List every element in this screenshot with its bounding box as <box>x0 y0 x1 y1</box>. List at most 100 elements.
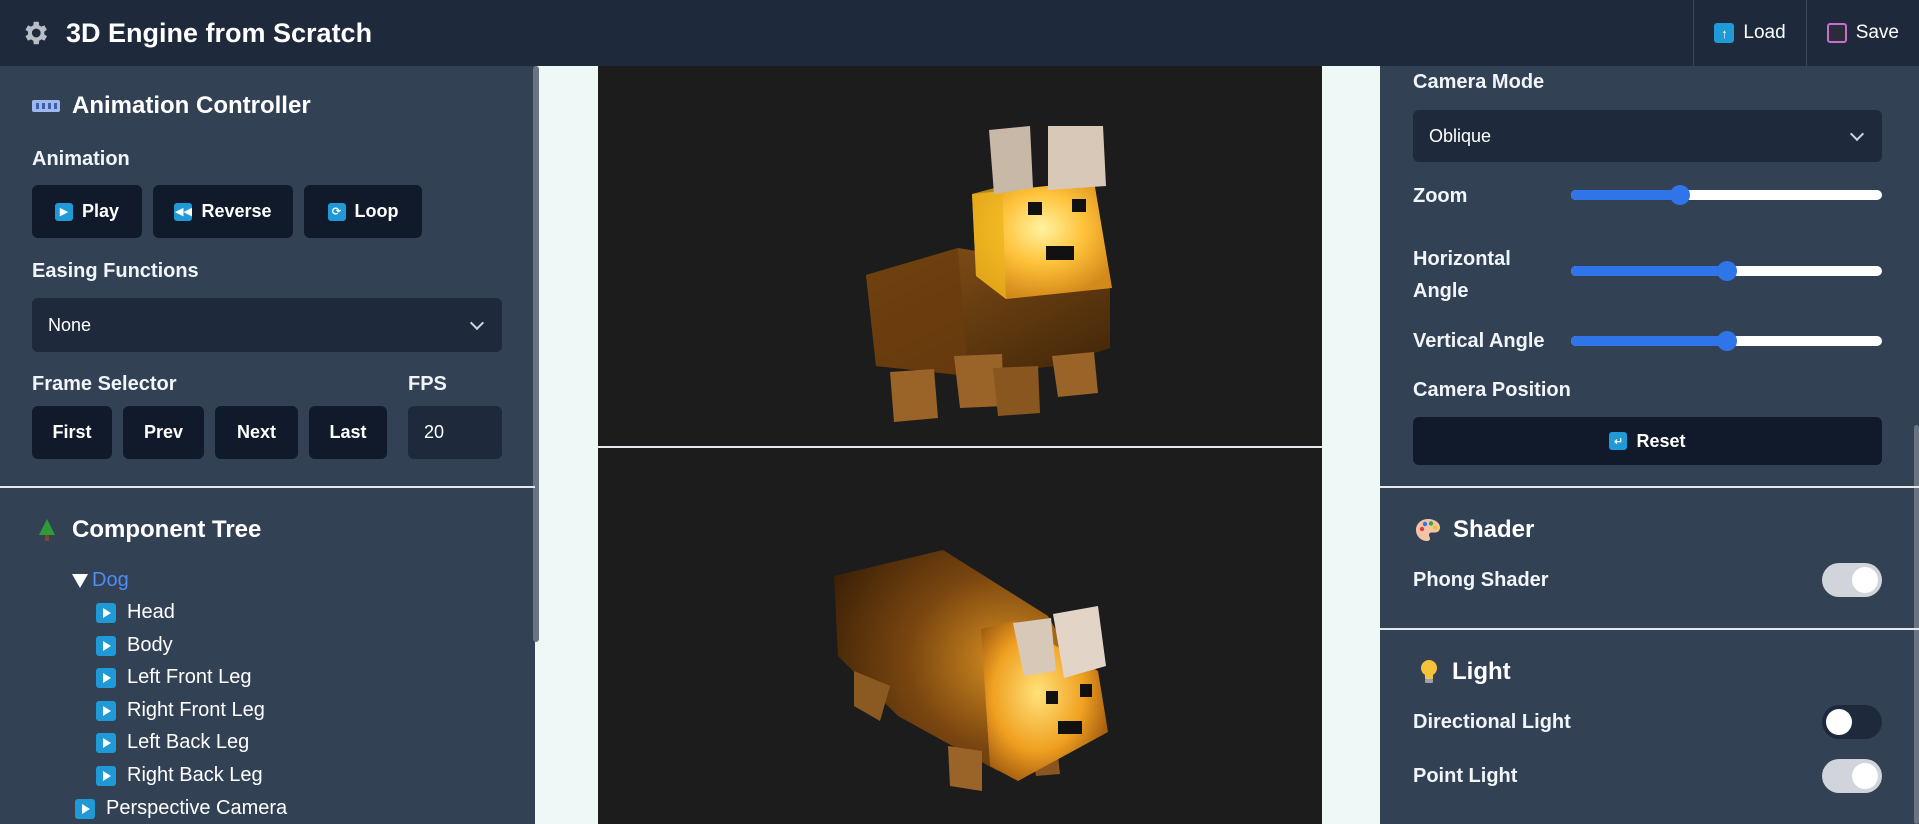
reset-camera-button[interactable]: ↵ Reset <box>1413 417 1882 465</box>
tree-item-left-back-leg[interactable]: Left Back Leg <box>96 731 249 754</box>
slider-thumb[interactable] <box>1716 331 1737 351</box>
shader-header: Shader <box>1415 516 1534 544</box>
vertical-angle-label: Vertical Angle <box>1413 330 1545 352</box>
phong-shader-toggle[interactable] <box>1822 563 1882 597</box>
zoom-label: Zoom <box>1413 185 1468 207</box>
rewind-icon: ◀◀ <box>174 202 193 221</box>
reverse-button[interactable]: ◀◀ Reverse <box>153 185 293 238</box>
zoom-slider[interactable] <box>1571 185 1882 205</box>
light-header: Light <box>1420 658 1511 686</box>
component-tree-header: Component Tree <box>38 516 261 544</box>
tree-item-label: Dog <box>92 569 129 591</box>
right-divider-1 <box>1380 486 1919 488</box>
dog-model-top <box>866 126 1112 422</box>
chevron-down-icon <box>1849 126 1865 142</box>
save-button[interactable]: Save <box>1805 0 1919 66</box>
tree-item-label: Left Back Leg <box>127 731 250 753</box>
vertical-angle-slider[interactable] <box>1571 331 1882 351</box>
last-frame-button[interactable]: Last <box>309 406 387 459</box>
animation-controller-header: Animation Controller <box>32 92 311 120</box>
slider-thumb[interactable] <box>1716 261 1737 281</box>
left-divider <box>0 486 535 488</box>
fps-value: 20 <box>424 422 445 442</box>
slider-thumb[interactable] <box>1669 185 1690 205</box>
first-frame-button[interactable]: First <box>32 406 112 459</box>
tree-item-right-front-leg[interactable]: Right Front Leg <box>96 699 265 722</box>
caret-right-icon <box>96 765 116 786</box>
phong-shader-label: Phong Shader <box>1413 569 1549 591</box>
caret-right-icon <box>96 732 116 753</box>
directional-light-label: Directional Light <box>1413 711 1571 733</box>
caret-down-icon <box>72 573 88 588</box>
camera-position-label: Camera Position <box>1413 379 1571 401</box>
tree-icon <box>39 519 55 541</box>
load-label: Load <box>1743 22 1786 43</box>
caret-right-icon <box>96 635 116 656</box>
repeat-icon: ⟳ <box>327 202 346 221</box>
app-title: 3D Engine from Scratch <box>66 17 373 48</box>
tree-item-perspective-camera[interactable]: Perspective Camera <box>75 797 287 820</box>
tree-item-right-back-leg[interactable]: Right Back Leg <box>96 764 263 787</box>
tree-item-dog[interactable]: Dog <box>72 569 129 592</box>
tree-item-label: Head <box>127 601 175 623</box>
prev-frame-button[interactable]: Prev <box>123 406 204 459</box>
easing-value: None <box>48 314 92 335</box>
app-title-group: 3D Engine from Scratch <box>20 18 372 49</box>
tree-item-label: Perspective Camera <box>106 797 288 819</box>
caret-right-icon <box>75 798 95 819</box>
tree-item-head[interactable]: Head <box>96 601 175 624</box>
horizontal-angle-label: Horizontal Angle <box>1413 248 1511 302</box>
chevron-down-icon <box>469 315 485 331</box>
play-icon: ▶ <box>54 202 73 221</box>
tree-item-label: Body <box>127 634 173 656</box>
palette-icon <box>1416 519 1440 541</box>
play-label: Play <box>81 201 120 221</box>
easing-select[interactable]: None <box>32 298 502 352</box>
last-label: Last <box>329 422 367 442</box>
dog-model-bottom <box>834 550 1108 791</box>
horizontal-angle-slider[interactable] <box>1571 261 1882 281</box>
load-button[interactable]: ↑ Load <box>1693 0 1805 66</box>
tree-item-body[interactable]: Body <box>96 634 173 657</box>
upload-icon: ↑ <box>1714 23 1735 43</box>
play-button[interactable]: ▶ Play <box>32 185 142 238</box>
fps-label: FPS <box>408 373 447 395</box>
point-light-label: Point Light <box>1413 765 1518 787</box>
caret-right-icon <box>96 667 116 688</box>
camera-mode-value: Oblique <box>1429 125 1492 146</box>
shader-title: Shader <box>1453 516 1535 543</box>
tree-item-label: Left Front Leg <box>127 666 252 688</box>
directional-light-toggle[interactable] <box>1822 705 1882 739</box>
dog-render <box>834 126 1112 791</box>
bulb-icon <box>1421 660 1437 683</box>
film-icon <box>32 100 60 112</box>
right-divider-2 <box>1380 628 1919 630</box>
tree-item-label: Right Front Leg <box>127 699 265 721</box>
easing-label: Easing Functions <box>32 260 199 282</box>
save-label: Save <box>1855 22 1899 43</box>
animation-label: Animation <box>32 148 130 170</box>
animation-controller-title: Animation Controller <box>72 92 311 119</box>
camera-mode-label: Camera Mode <box>1413 71 1545 93</box>
fps-input[interactable]: 20 <box>408 406 502 459</box>
first-label: First <box>52 422 92 442</box>
left-scrollbar[interactable] <box>533 66 539 642</box>
caret-right-icon <box>96 700 116 721</box>
point-light-toggle[interactable] <box>1822 759 1882 793</box>
component-tree-title: Component Tree <box>72 516 262 543</box>
loop-label: Loop <box>354 201 399 221</box>
next-frame-button[interactable]: Next <box>215 406 298 459</box>
render-viewport[interactable] <box>598 66 1322 824</box>
right-scrollbar[interactable] <box>1914 425 1919 824</box>
app-header: 3D Engine from Scratch ↑ Load Save <box>0 0 1919 66</box>
light-title: Light <box>1452 658 1511 685</box>
tree-item-label: Right Back Leg <box>127 764 263 786</box>
frame-selector-label: Frame Selector <box>32 373 177 395</box>
caret-right-icon <box>96 602 116 623</box>
floppy-disk-icon <box>1826 23 1847 43</box>
header-actions: ↑ Load Save <box>1693 0 1919 66</box>
tree-item-left-front-leg[interactable]: Left Front Leg <box>96 666 252 689</box>
next-label: Next <box>236 422 276 442</box>
camera-mode-select[interactable]: Oblique <box>1413 110 1882 162</box>
loop-button[interactable]: ⟳ Loop <box>304 185 422 238</box>
